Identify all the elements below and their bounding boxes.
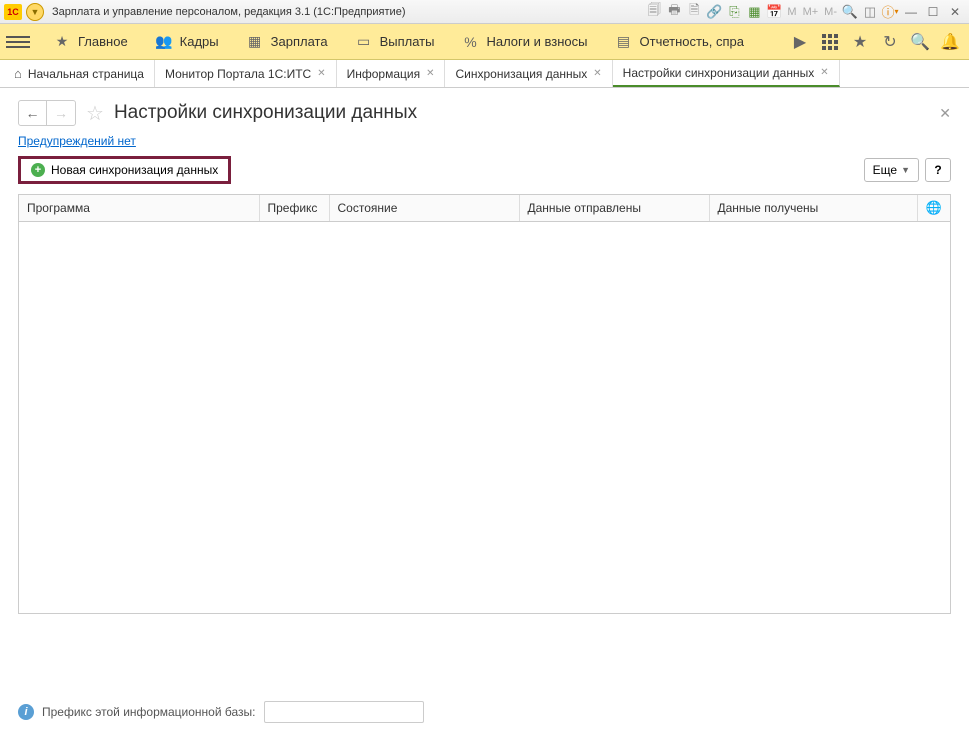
forward-button[interactable]: → xyxy=(47,101,75,125)
tab-close-icon[interactable]: ✕ xyxy=(820,67,828,78)
nav-label: Отчетность, спра xyxy=(640,34,744,49)
tab-label: Настройки синхронизации данных xyxy=(623,66,815,80)
button-label: Новая синхронизация данных xyxy=(51,163,218,177)
nav-history-buttons: ← → xyxy=(18,100,76,126)
close-window-button[interactable]: ✕ xyxy=(945,4,965,20)
tab-label: Информация xyxy=(347,67,420,81)
calculator-icon[interactable]: ▦ xyxy=(745,3,763,21)
nav-label: Выплаты xyxy=(380,34,435,49)
wallet-icon: ▭ xyxy=(356,34,372,50)
notifications-bell-button[interactable]: 🔔 xyxy=(937,29,963,55)
nav-main[interactable]: ★ Главное xyxy=(40,24,142,59)
tab-label: Начальная страница xyxy=(28,67,144,81)
favorites-star-button[interactable]: ★ xyxy=(847,29,873,55)
nav-reports[interactable]: ▤ Отчетность, спра xyxy=(602,24,758,59)
tab-label: Синхронизация данных xyxy=(455,67,587,81)
nav-label: Кадры xyxy=(180,34,219,49)
back-button[interactable]: ← xyxy=(19,101,47,125)
nav-label: Главное xyxy=(78,34,128,49)
tab-sync-settings[interactable]: Настройки синхронизации данных ✕ xyxy=(613,60,840,87)
plus-circle-icon: + xyxy=(31,163,45,177)
button-label: Еще xyxy=(873,163,897,177)
nav-label: Зарплата xyxy=(271,34,328,49)
prefix-label: Префикс этой информационной базы: xyxy=(42,705,256,719)
caret-down-icon: ▼ xyxy=(901,165,910,175)
nav-taxes[interactable]: % Налоги и взносы xyxy=(448,24,601,59)
tab-close-icon[interactable]: ✕ xyxy=(593,68,601,79)
col-prefix[interactable]: Префикс xyxy=(259,195,329,222)
more-button[interactable]: Еще ▼ xyxy=(864,158,919,182)
favorite-star-icon[interactable]: ☆ xyxy=(86,101,104,126)
nav-arrow-right-icon[interactable]: ▶ xyxy=(787,29,813,55)
percent-icon: % xyxy=(462,34,478,50)
col-program[interactable]: Программа xyxy=(19,195,259,222)
search-button[interactable]: 🔍 xyxy=(907,29,933,55)
tab-data-sync[interactable]: Синхронизация данных ✕ xyxy=(445,60,612,87)
col-state[interactable]: Состояние xyxy=(329,195,519,222)
new-sync-button[interactable]: + Новая синхронизация данных xyxy=(18,156,231,184)
menu-burger-button[interactable] xyxy=(6,30,30,54)
tab-bar: ⌂ Начальная страница Монитор Портала 1С:… xyxy=(0,60,969,88)
nav-label: Налоги и взносы xyxy=(486,34,587,49)
minimize-button[interactable]: — xyxy=(901,4,921,20)
document-icon[interactable]: 🗎 xyxy=(685,3,703,21)
window-title: Зарплата и управление персоналом, редакц… xyxy=(52,6,405,18)
tab-close-icon[interactable]: ✕ xyxy=(426,68,434,79)
print-icon[interactable]: 🖶 xyxy=(665,3,683,21)
nav-payments[interactable]: ▭ Выплаты xyxy=(342,24,449,59)
memory-mminus-button[interactable]: M- xyxy=(822,6,839,18)
history-button[interactable]: ↻ xyxy=(877,29,903,55)
info-circle-icon[interactable]: ⓘ▾ xyxy=(881,3,899,21)
help-button[interactable]: ? xyxy=(925,158,951,182)
calendar-icon[interactable]: 📅 xyxy=(765,3,783,21)
page-close-button[interactable]: ✕ xyxy=(939,105,951,122)
table-icon: ▦ xyxy=(247,34,263,50)
people-icon: 👥 xyxy=(156,34,172,50)
col-received[interactable]: Данные получены xyxy=(709,195,917,222)
report-icon: ▤ xyxy=(616,34,632,50)
tab-monitor-its[interactable]: Монитор Портала 1С:ИТС ✕ xyxy=(155,60,337,87)
warnings-link[interactable]: Предупреждений нет xyxy=(18,134,136,148)
prefix-input[interactable] xyxy=(264,701,424,723)
page-title: Настройки синхронизации данных xyxy=(114,102,417,124)
footer-bar: i Префикс этой информационной базы: xyxy=(18,701,951,723)
apps-grid-button[interactable] xyxy=(817,29,843,55)
memory-m-button[interactable]: M xyxy=(785,6,798,18)
star-nav-icon: ★ xyxy=(54,34,70,50)
nav-personnel[interactable]: 👥 Кадры xyxy=(142,24,233,59)
tab-label: Монитор Портала 1С:ИТС xyxy=(165,67,311,81)
window-titlebar: 1C ▼ Зарплата и управление персоналом, р… xyxy=(0,0,969,24)
home-icon: ⌂ xyxy=(14,66,22,81)
memory-mplus-button[interactable]: M+ xyxy=(801,6,821,18)
dropdown-circle-button[interactable]: ▼ xyxy=(26,3,44,21)
print-preview-icon[interactable]: 🗐 xyxy=(645,3,663,21)
tab-information[interactable]: Информация ✕ xyxy=(337,60,446,87)
tab-home[interactable]: ⌂ Начальная страница xyxy=(4,60,155,87)
tab-close-icon[interactable]: ✕ xyxy=(317,68,325,79)
copy-icon[interactable]: ⎘ xyxy=(725,3,743,21)
sync-table[interactable]: Программа Префикс Состояние Данные отпра… xyxy=(18,194,951,614)
link-icon[interactable]: 🔗 xyxy=(705,3,723,21)
info-icon: i xyxy=(18,704,34,720)
main-navigation-bar: ★ Главное 👥 Кадры ▦ Зарплата ▭ Выплаты %… xyxy=(0,24,969,60)
zoom-icon[interactable]: 🔍 xyxy=(841,3,859,21)
col-globe[interactable]: 🌐 xyxy=(917,195,950,222)
page-header: ← → ☆ Настройки синхронизации данных ✕ xyxy=(0,88,969,134)
panel-icon[interactable]: ◫ xyxy=(861,3,879,21)
nav-salary[interactable]: ▦ Зарплата xyxy=(233,24,342,59)
col-sent[interactable]: Данные отправлены xyxy=(519,195,709,222)
globe-icon: 🌐 xyxy=(926,200,942,215)
maximize-button[interactable]: ☐ xyxy=(923,4,943,20)
app-logo-icon: 1C xyxy=(4,4,22,20)
